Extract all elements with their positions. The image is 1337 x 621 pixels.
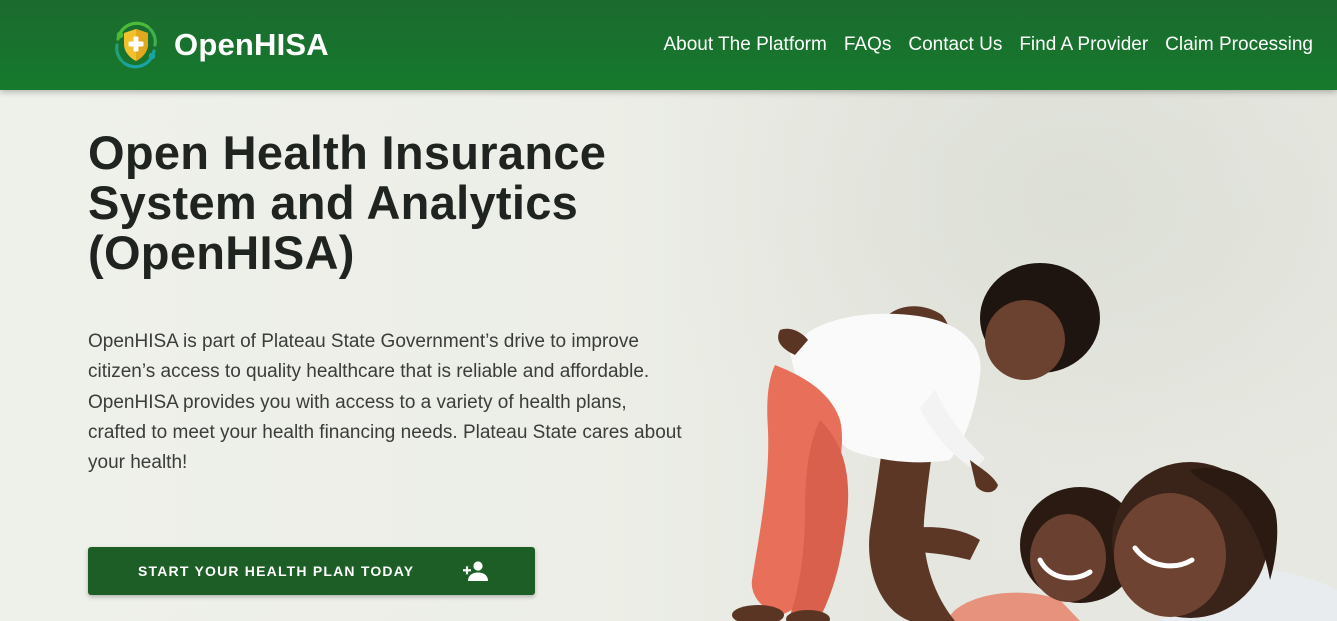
brand-name: OpenHISA	[174, 27, 329, 62]
nav-faqs[interactable]: FAQs	[844, 34, 892, 56]
nav-about-the-platform[interactable]: About The Platform	[663, 34, 826, 56]
main-nav: About The Platform FAQs Contact Us Find …	[663, 0, 1313, 90]
shield-plus-icon	[115, 21, 157, 69]
family-photo	[680, 90, 1337, 621]
cta-label: START YOUR HEALTH PLAN TODAY	[138, 563, 415, 579]
top-navbar: OpenHISA About The Platform FAQs Contact…	[0, 0, 1337, 90]
hero-section: Open Health Insurance System and Analyti…	[0, 90, 1337, 621]
start-health-plan-button[interactable]: START YOUR HEALTH PLAN TODAY	[88, 547, 535, 595]
nav-claim-processing[interactable]: Claim Processing	[1165, 34, 1313, 56]
person-add-icon	[463, 561, 488, 581]
nav-contact-us[interactable]: Contact Us	[908, 34, 1002, 56]
hero-description: OpenHISA is part of Plateau State Govern…	[88, 331, 682, 474]
brand-home-link[interactable]: OpenHISA	[108, 17, 329, 73]
hero-title: Open Health Insurance System and Analyti…	[88, 126, 607, 279]
nav-find-a-provider[interactable]: Find A Provider	[1019, 34, 1148, 56]
